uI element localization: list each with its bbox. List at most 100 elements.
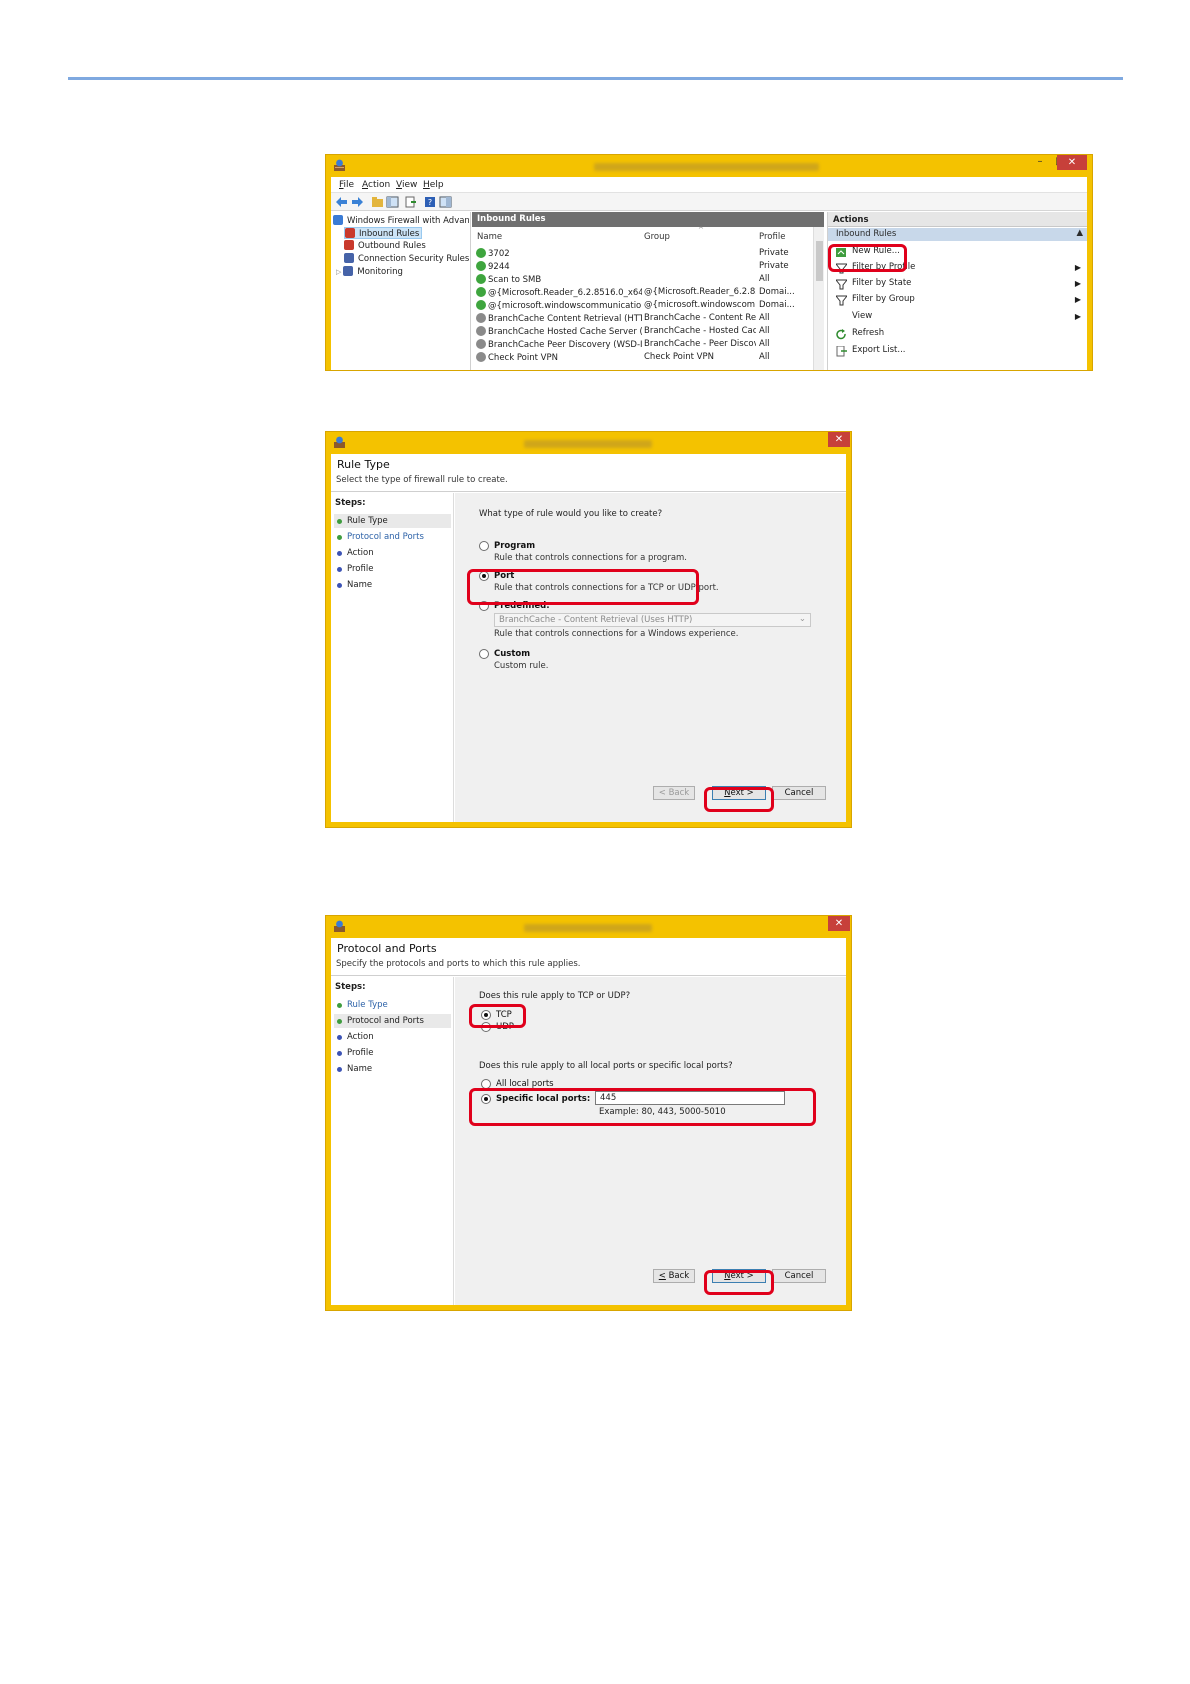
option-program-title: Program [494, 541, 536, 551]
dialog-title-redacted [524, 924, 652, 932]
firewall-app-icon [334, 436, 345, 448]
action-refresh[interactable]: Refresh [832, 328, 1081, 342]
forward-arrow-icon[interactable] [351, 196, 364, 208]
step-protocol-and-ports[interactable]: Protocol and Ports [334, 1014, 451, 1028]
back-arrow-icon[interactable] [335, 196, 348, 208]
action-filter-by-state[interactable]: Filter by State ▶ [832, 278, 1081, 292]
show-action-pane-icon[interactable] [439, 196, 452, 208]
export-list-icon[interactable] [404, 196, 417, 208]
close-button[interactable]: ✕ [828, 432, 850, 447]
tree-item-outbound-rules[interactable]: Outbound Rules [344, 240, 426, 252]
action-filter-by-group[interactable]: Filter by Group ▶ [832, 294, 1081, 308]
step-rule-type[interactable]: Rule Type [334, 998, 451, 1012]
menu-file[interactable]: File [339, 180, 354, 190]
column-header-name[interactable]: Name [477, 232, 502, 242]
step-current-dot [337, 519, 342, 524]
expand-chevron-icon[interactable]: ▷ [336, 268, 341, 276]
menu-help[interactable]: Help [423, 180, 444, 190]
tree-root[interactable]: Windows Firewall with Advance [333, 215, 469, 227]
highlight-tcp-option [469, 1004, 526, 1028]
vertical-scrollbar[interactable] [813, 227, 824, 370]
table-row[interactable]: BranchCache Peer Discovery (WSD-In) Bran… [472, 339, 812, 352]
highlight-new-rule [828, 244, 907, 272]
column-header-group[interactable]: Group [644, 232, 670, 242]
table-row[interactable]: Check Point VPN Check Point VPN All [472, 352, 812, 365]
page-header-rule [68, 77, 1123, 80]
tree-item-label: Outbound Rules [358, 241, 426, 251]
action-label: Refresh [852, 328, 885, 338]
table-row[interactable]: BranchCache Content Retrieval (HTTP-In) … [472, 313, 812, 326]
table-row[interactable]: 9244 Private [472, 261, 812, 274]
radio-custom[interactable] [479, 649, 489, 659]
action-view[interactable]: View ▶ [832, 311, 1081, 325]
action-export-list[interactable]: Export List... [832, 345, 1081, 359]
back-button[interactable]: < Back [653, 786, 695, 800]
actions-subtitle[interactable]: Inbound Rules ▲ [828, 228, 1087, 241]
cancel-button[interactable]: Cancel [772, 786, 826, 800]
step-label: Protocol and Ports [347, 1016, 424, 1026]
filter-icon [836, 279, 847, 290]
up-folder-icon[interactable] [371, 196, 384, 208]
table-row[interactable]: 3702 Private [472, 248, 812, 261]
close-button[interactable]: ✕ [1057, 155, 1087, 170]
step-profile[interactable]: Profile [334, 1046, 451, 1060]
rule-profile: All [759, 352, 770, 362]
rule-name: Check Point VPN [488, 353, 558, 363]
cancel-button[interactable]: Cancel [772, 1269, 826, 1283]
show-hide-tree-icon[interactable] [386, 196, 399, 208]
table-row[interactable]: @{microsoft.windowscommunicationsa... @{… [472, 300, 812, 313]
rule-group: BranchCache - Peer Discove... [644, 339, 756, 349]
disabled-rule-icon [476, 326, 486, 336]
column-header-profile[interactable]: Profile [759, 232, 785, 242]
tree-item-connection-security-rules[interactable]: Connection Security Rules [344, 253, 469, 265]
option-custom-title: Custom [494, 649, 531, 659]
submenu-arrow-icon: ▶ [1074, 295, 1081, 304]
page-subtitle: Select the type of firewall rule to crea… [336, 475, 508, 485]
enabled-check-icon [476, 261, 486, 271]
radio-program[interactable] [479, 541, 489, 551]
menu-bar: File Action View Help [331, 177, 1087, 193]
step-protocol-and-ports[interactable]: Protocol and Ports [334, 530, 451, 544]
highlight-next-button [704, 1270, 774, 1295]
rule-group: Check Point VPN [644, 352, 714, 362]
help-icon[interactable]: ? [424, 196, 437, 208]
step-action[interactable]: Action [334, 546, 451, 560]
predefined-select[interactable]: BranchCache - Content Retrieval (Uses HT… [494, 613, 811, 627]
step-label: Action [347, 548, 374, 558]
rule-profile: Domai... [759, 300, 795, 310]
rule-profile: Private [759, 261, 789, 271]
tree-item-label: Monitoring [357, 267, 403, 277]
highlight-specific-ports [469, 1088, 816, 1126]
svg-text:?: ? [428, 198, 432, 207]
highlight-port-option [467, 569, 699, 605]
dialog-titlebar: ✕ [326, 916, 851, 938]
back-button[interactable]: < Back [653, 1269, 695, 1283]
protocol-question: Does this rule apply to TCP or UDP? [479, 991, 631, 1001]
rule-group: @{microsoft.windowscom... [644, 300, 756, 310]
outbound-rules-icon [344, 240, 354, 250]
window-title-redacted [594, 163, 819, 171]
action-label: Filter by State [852, 278, 912, 288]
collapse-caret-icon[interactable]: ▲ [1076, 228, 1083, 238]
menu-view[interactable]: View [396, 180, 417, 190]
tree-root-label: Windows Firewall with Advance [347, 216, 469, 226]
chevron-down-icon: ⌄ [798, 614, 806, 624]
step-name[interactable]: Name [334, 578, 451, 592]
rule-name: Scan to SMB [488, 275, 542, 285]
tree-item-label: Connection Security Rules [358, 254, 470, 264]
tree-item-inbound-rules[interactable]: Inbound Rules [344, 227, 423, 239]
close-button[interactable]: ✕ [828, 916, 850, 931]
step-name[interactable]: Name [334, 1062, 451, 1076]
table-row[interactable]: Scan to SMB All [472, 274, 812, 287]
menu-action[interactable]: Action [362, 180, 390, 190]
submenu-arrow-icon: ▶ [1074, 279, 1081, 288]
scroll-thumb[interactable] [816, 241, 823, 281]
table-row[interactable]: BranchCache Hosted Cache Server (HTT... … [472, 326, 812, 339]
step-action[interactable]: Action [334, 1030, 451, 1044]
step-rule-type[interactable]: Rule Type [334, 514, 451, 528]
tree-item-monitoring[interactable]: ▷ Monitoring [336, 266, 403, 278]
refresh-icon [836, 329, 846, 340]
step-profile[interactable]: Profile [334, 562, 451, 576]
rule-profile: All [759, 274, 770, 284]
table-row[interactable]: @{Microsoft.Reader_6.2.8516.0_x64__8we..… [472, 287, 812, 300]
